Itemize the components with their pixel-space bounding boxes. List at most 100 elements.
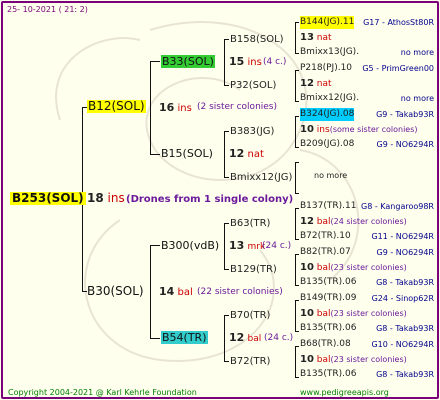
gen2-b-queen: B15(SOL) [161, 147, 213, 160]
gen3-a2-queen: P32(SOL) [230, 80, 277, 91]
gen3-b2-queen: Bmixx12(JG) [230, 172, 293, 183]
gen4-top-breeder: G17 - AthosSt80R [363, 18, 434, 27]
root-ins-type: ins [107, 191, 125, 205]
gen4-mid-insemination: 10 bal(23 sister colonies) [300, 261, 407, 275]
gen4-ins-type: nat [316, 79, 332, 89]
gen2-c-ins-number: 13 [229, 239, 245, 252]
gen3-c1-queen: B63(TR) [230, 218, 271, 229]
gen4-mid-insemination: no more [300, 169, 347, 183]
gen1-bottom-ins-type: bal [177, 287, 193, 298]
gen4-ins-number: 12 [300, 78, 314, 89]
gen4-bottom-breeder: G11 - NO6294R [371, 232, 434, 241]
gen4-bottom-queen: Bmixx12(JG). [300, 93, 360, 103]
gen4-top-breeder: G10 - NO6294R [371, 340, 434, 349]
gen2-a-note: (4 c.) [263, 57, 287, 67]
gen4-bottom-queen: B72(TR).10 [300, 231, 351, 241]
gen2-d-queen: B54(TR) [161, 331, 208, 344]
gen4-top-queen: B82(TR).07 [300, 247, 351, 257]
gen4-note: (24 sister colonies) [330, 217, 407, 226]
gen4-ins-type: nat [316, 33, 332, 43]
gen2-c-note: (24 c.) [262, 241, 292, 251]
gen4-top-queen: B137(TR).11 [300, 201, 357, 211]
gen2-d-ins-type: bal [247, 334, 262, 344]
gen2-a-ins-number: 15 [229, 55, 245, 68]
gen4-bottom-queen: B135(TR).06 [300, 277, 357, 287]
footer-website: www.pedigreeapis.org [300, 388, 389, 397]
root-note: (Drones from 1 single colony) [126, 194, 294, 205]
gen1-bottom-queen: B30(SOL) [87, 284, 144, 298]
gen4-note: no more [314, 171, 348, 180]
gen3-d1-queen: B70(TR) [230, 310, 271, 321]
gen4-bottom-breeder: G8 - Takab93R [376, 324, 434, 333]
gen2-b-ins-type: nat [247, 149, 264, 160]
gen4-mid-insemination: 12 nat [300, 77, 332, 91]
gen4-bottom-breeder: G8 - Takab93R [376, 370, 434, 379]
gen4-ins-type: ins [316, 125, 330, 135]
root-insemination: 18 ins [87, 192, 125, 205]
gen4-ins-type: bal [316, 217, 331, 227]
gen3-c2-queen: B129(TR) [230, 264, 277, 275]
gen4-mid-insemination: 13 nat [300, 31, 332, 45]
gen4-top-breeder: G9 - Takab93R [376, 110, 434, 119]
gen4-ins-number: 10 [300, 124, 314, 135]
gen4-note: (23 sister colonies) [330, 355, 407, 364]
gen4-bottom-breeder: no more [400, 48, 434, 57]
gen4-top-queen: B149(TR).09 [300, 293, 357, 303]
gen4-ins-type: bal [316, 263, 331, 273]
gen3-b1-queen: B383(JG) [230, 126, 275, 137]
gen3-d2-queen: B72(TR) [230, 356, 271, 367]
gen4-top-queen: B68(TR).08 [300, 339, 351, 349]
gen4-bottom-breeder: no more [400, 94, 434, 103]
gen4-bottom-queen: Bmixx13(JG). [300, 47, 360, 57]
gen2-d-ins-number: 12 [229, 331, 245, 344]
gen4-note: (23 sister colonies) [330, 263, 407, 272]
gen1-bottom-note: (22 sister colonies) [197, 287, 283, 297]
gen2-a-insemination: 15 ins [229, 55, 262, 69]
gen1-top-note: (2 sister colonies) [197, 102, 278, 112]
gen4-top-queen: B324(JG).08 [300, 108, 355, 121]
gen4-note: (some sister colonies) [329, 125, 418, 134]
gen4-bottom-queen: B135(TR).06 [300, 369, 357, 379]
gen1-bottom-ins-number: 14 [159, 285, 175, 298]
gen4-note: (23 sister colonies) [330, 309, 407, 318]
gen1-top-ins-type: ins [177, 103, 192, 114]
gen1-top-queen: B12(SOL) [87, 99, 146, 113]
gen4-ins-type: bal [316, 355, 331, 365]
gen4-mid-insemination: 10 ins(some sister colonies) [300, 123, 418, 137]
gen4-ins-number: 13 [300, 32, 314, 43]
footer-copyright: Copyright 2004-2021 @ Karl Kehrle Founda… [8, 388, 197, 397]
gen3-a1-queen: B158(SOL) [230, 34, 284, 45]
header-date: 25- 10-2021 ( 21: 2) [7, 5, 88, 14]
gen1-top-insemination: 16 ins [159, 101, 192, 115]
gen4-top-queen: B144(JG).11 [300, 16, 355, 29]
gen2-c-queen: B300(vdB) [161, 239, 220, 252]
gen4-mid-insemination: 10 bal(23 sister colonies) [300, 353, 407, 367]
gen1-top-ins-number: 16 [159, 101, 175, 114]
gen4-bottom-queen: B209(JG).08 [300, 139, 355, 149]
gen4-mid-insemination: 10 bal(23 sister colonies) [300, 307, 407, 321]
gen4-ins-number: 10 [300, 354, 314, 365]
gen4-ins-number: 10 [300, 308, 314, 319]
gen4-bottom-queen: B135(TR).06 [300, 323, 357, 333]
gen4-ins-number: 12 [300, 216, 314, 227]
gen4-bottom-breeder: G9 - NO6294R [376, 140, 434, 149]
gen2-b-ins-number: 12 [229, 147, 245, 160]
gen4-top-queen: P218(PJ).10 [300, 63, 353, 73]
gen4-top-breeder: G5 - PrimGreen00 [362, 64, 434, 73]
gen2-b-insemination: 12 nat [229, 147, 264, 161]
gen1-bottom-insemination: 14 bal [159, 285, 193, 299]
gen4-top-breeder: G9 - NO6294R [376, 248, 434, 257]
gen4-ins-number: 10 [300, 262, 314, 273]
root-queen: B253(SOL) [10, 191, 86, 205]
root-ins-number: 18 [87, 191, 104, 205]
gen2-a-queen: B33(SOL) [161, 55, 215, 68]
gen4-mid-insemination: 12 bal(24 sister colonies) [300, 215, 407, 229]
gen4-ins-type: bal [316, 309, 331, 319]
gen4-top-breeder: G24 - Sinop62R [371, 294, 434, 303]
gen2-a-ins-type: ins [247, 57, 262, 68]
gen2-d-insemination: 12 bal [229, 331, 261, 346]
gen4-top-breeder: G8 - Kangaroo98R [361, 202, 434, 211]
gen2-c-insemination: 13 mrk [229, 239, 265, 254]
gen4-bottom-breeder: G8 - Takab93R [376, 278, 434, 287]
gen2-d-note: (24 c.) [264, 333, 294, 343]
